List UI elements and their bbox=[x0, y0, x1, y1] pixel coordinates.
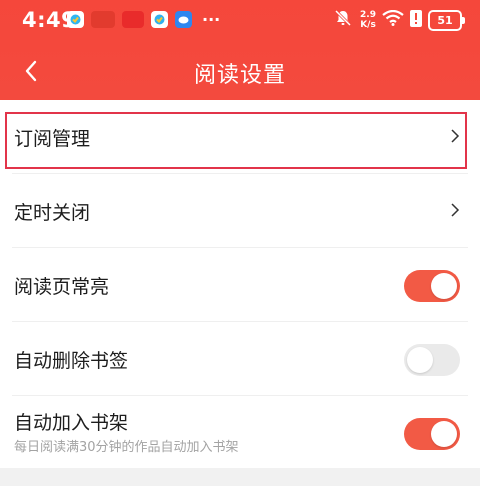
setting-keep-screen-on: 阅读页常亮 bbox=[12, 248, 468, 322]
network-speed-value: 2.9 bbox=[360, 10, 376, 20]
app-notification-icon bbox=[151, 11, 168, 28]
network-speed: 2.9 K/s bbox=[360, 10, 376, 30]
settings-list: 订阅管理 定时关闭 阅读页常亮 自动删除书签 自动加入书架 每日阅读满30分钟的… bbox=[0, 100, 480, 468]
toggle-knob bbox=[431, 421, 457, 447]
setting-description: 每日阅读满30分钟的作品自动加入书架 bbox=[14, 440, 239, 455]
network-speed-unit: K/s bbox=[360, 20, 376, 30]
setting-auto-add-bookshelf: 自动加入书架 每日阅读满30分钟的作品自动加入书架 bbox=[12, 396, 468, 470]
app-notification-icon bbox=[175, 11, 192, 28]
app-notification-icon bbox=[67, 11, 84, 28]
app-notification-icon bbox=[91, 11, 115, 28]
notification-icons: ··· bbox=[67, 11, 220, 28]
setting-label: 自动加入书架 bbox=[14, 412, 129, 434]
keep-screen-on-toggle[interactable] bbox=[404, 270, 460, 302]
setting-label: 阅读页常亮 bbox=[14, 276, 110, 298]
more-notifications-icon: ··· bbox=[202, 9, 221, 29]
app-header: 4:49 ··· 2.9 K/s 51 阅读设置 bbox=[0, 0, 480, 100]
setting-auto-delete-bookmarks: 自动删除书签 bbox=[12, 322, 468, 396]
alert-icon bbox=[410, 9, 422, 31]
app-notification-icon bbox=[122, 11, 144, 28]
auto-add-bookshelf-toggle[interactable] bbox=[404, 418, 460, 450]
toggle-knob bbox=[431, 273, 457, 299]
setting-label: 自动删除书签 bbox=[14, 350, 129, 372]
setting-timer-close[interactable]: 定时关闭 bbox=[12, 174, 468, 248]
wifi-icon bbox=[382, 9, 404, 30]
chevron-right-icon bbox=[451, 203, 460, 217]
page-title: 阅读设置 bbox=[193, 63, 286, 88]
status-bar: 4:49 ··· 2.9 K/s 51 bbox=[0, 0, 480, 42]
page-background bbox=[0, 468, 480, 486]
status-indicators: 2.9 K/s 51 bbox=[334, 9, 465, 31]
setting-label: 定时关闭 bbox=[14, 202, 91, 224]
auto-delete-bookmarks-toggle[interactable] bbox=[404, 344, 460, 376]
highlight-box bbox=[5, 112, 467, 169]
toggle-knob bbox=[407, 347, 433, 373]
mute-bell-icon bbox=[334, 9, 352, 31]
battery-indicator: 51 bbox=[428, 9, 465, 31]
nav-bar: 阅读设置 bbox=[0, 48, 480, 94]
